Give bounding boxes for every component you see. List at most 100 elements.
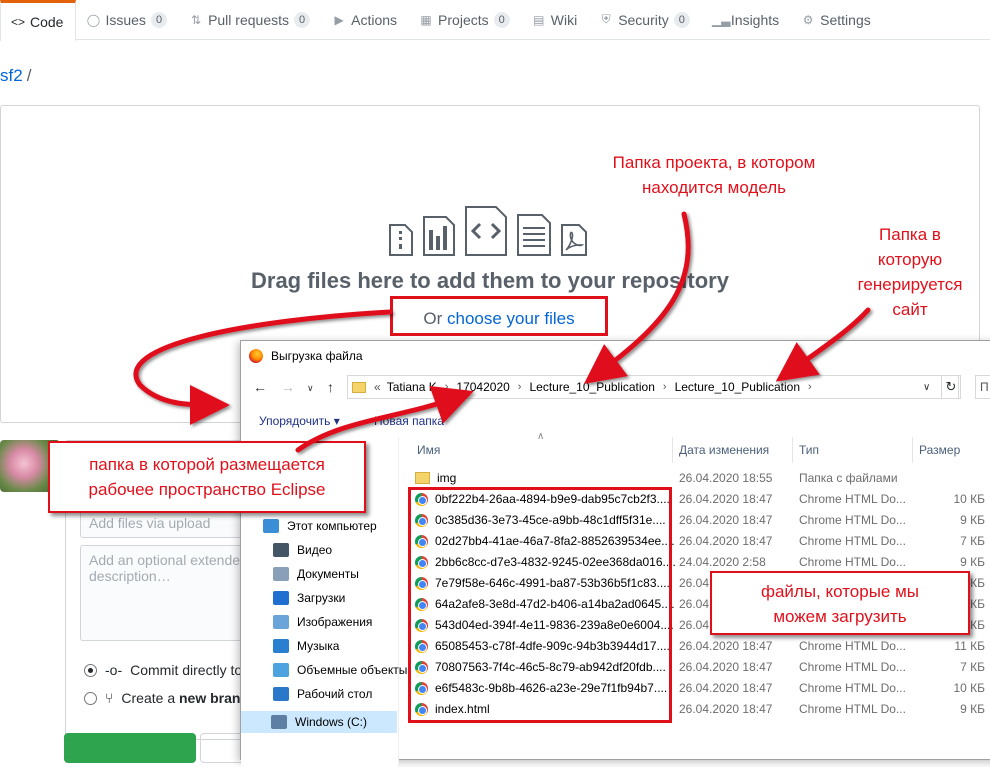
- annotation-line: можем загрузить: [773, 607, 907, 626]
- file-size: 7 КБ: [960, 534, 985, 548]
- file-size: 10 КБ: [953, 492, 985, 506]
- chart-file-icon: [423, 216, 455, 256]
- tab-label: Code: [30, 13, 64, 30]
- file-size: 7 КБ: [960, 660, 985, 674]
- back-arrow-icon[interactable]: ←: [253, 379, 267, 395]
- annotation-line: Папка в: [879, 225, 941, 244]
- commit-icon: -o-: [105, 662, 123, 678]
- tab-label: Insights: [730, 11, 780, 28]
- tab-insights[interactable]: ▁▃ Insights: [702, 0, 791, 40]
- file-type: Chrome HTML Do...: [799, 639, 906, 653]
- file-size: 10 КБ: [953, 681, 985, 695]
- column-type[interactable]: Тип: [793, 437, 913, 463]
- radio-new-branch[interactable]: ⑂ Create a new bran: [84, 690, 240, 706]
- file-date: 26.04.2020 18:47: [679, 513, 773, 527]
- documents-icon: [273, 567, 289, 581]
- tab-counter: 0: [493, 11, 510, 28]
- folder-icon: [352, 381, 366, 393]
- nav-item-desktop[interactable]: Рабочий стол: [273, 687, 372, 701]
- column-size[interactable]: Размер: [913, 437, 990, 463]
- dialog-navbar: ← → ∨ ↑ « Tatiana K › 17042020 › Lecture_10_…: [241, 373, 990, 403]
- file-date: 26.04.2020 18:47: [679, 702, 773, 716]
- recent-dropdown-icon[interactable]: ∨: [307, 383, 314, 394]
- address-segment[interactable]: Lecture_10_Publication: [529, 380, 654, 394]
- file-size: 9 КБ: [960, 555, 985, 569]
- address-bar[interactable]: « Tatiana K › 17042020 › Lecture_10_Publicat…: [347, 375, 959, 399]
- commit-changes-button[interactable]: [64, 733, 196, 763]
- search-input[interactable]: П: [975, 375, 990, 399]
- file-date: 26.04.2020 18:47: [679, 660, 773, 674]
- nav-item-video[interactable]: Видео: [273, 543, 332, 557]
- address-dropdown-icon[interactable]: ∨: [923, 382, 930, 393]
- organize-button[interactable]: Упорядочить ▾: [259, 414, 340, 428]
- radio-button[interactable]: [84, 691, 97, 705]
- nav-item-downloads[interactable]: Загрузки: [273, 591, 345, 605]
- file-row[interactable]: img 26.04.2020 18:55 Папка с файлами: [411, 468, 990, 489]
- annotation-line: файлы, которые мы: [760, 582, 920, 601]
- chevron-right-icon[interactable]: ›: [808, 381, 812, 393]
- up-arrow-icon[interactable]: ↑: [327, 379, 334, 395]
- branch-bold: new bran: [179, 690, 241, 706]
- file-date: 24.04.2020 2:58: [679, 555, 766, 569]
- code-icon: <>: [11, 14, 26, 29]
- file-type: Chrome HTML Do...: [799, 513, 906, 527]
- nav-item-computer[interactable]: Этот компьютер: [263, 519, 377, 533]
- new-folder-button[interactable]: Новая папка: [374, 414, 444, 428]
- nav-item-documents[interactable]: Документы: [273, 567, 359, 581]
- nav-item-3d-objects[interactable]: Объемные объекты: [273, 663, 407, 677]
- annotation-project-folder: Папка проекта, в котором находится модел…: [586, 150, 842, 200]
- file-name: img: [415, 471, 456, 485]
- file-size: 11 КБ: [954, 639, 985, 653]
- gear-icon: ⚙: [802, 12, 814, 27]
- commit-description-input[interactable]: Add an optional extended description…: [80, 545, 260, 641]
- music-icon: [273, 639, 289, 653]
- chevron-right-icon[interactable]: ›: [663, 381, 667, 393]
- tab-issues[interactable]: ◯ Issues 0: [76, 0, 179, 40]
- file-size: 9 КБ: [960, 702, 985, 716]
- annotation-site-folder: Папка в которую генерируется сайт: [840, 222, 980, 322]
- tab-label: Actions: [351, 11, 398, 28]
- file-size: 9 КБ: [960, 513, 985, 527]
- radio-commit-label: Commit directly to: [130, 662, 243, 678]
- radio-button-checked[interactable]: [84, 663, 97, 677]
- repo-link[interactable]: sf2: [0, 66, 23, 85]
- video-icon: [273, 543, 289, 557]
- forward-arrow-icon[interactable]: →: [281, 379, 295, 395]
- sort-chevron-icon: ∧: [537, 431, 545, 442]
- tab-security[interactable]: ⛨ Security 0: [589, 0, 702, 40]
- drag-title: Drag files here to add them to your repo…: [251, 268, 729, 293]
- repo-nav-tabs: <> Code ◯ Issues 0 ⇅ Pull requests 0 ▶ Actions ▦ Pr…: [0, 0, 990, 41]
- column-date[interactable]: Дата изменения: [673, 437, 793, 463]
- tab-pull-requests[interactable]: ⇅ Pull requests 0: [179, 0, 322, 40]
- tab-wiki[interactable]: ▤ Wiki: [522, 0, 589, 40]
- tab-code[interactable]: <> Code: [0, 0, 77, 41]
- tab-settings[interactable]: ⚙ Settings: [791, 0, 883, 40]
- nav-item-label: Загрузки: [297, 591, 346, 605]
- desktop-icon: [273, 687, 289, 701]
- book-icon: ▤: [533, 12, 545, 27]
- tab-actions[interactable]: ▶ Actions: [322, 0, 409, 40]
- address-segment[interactable]: Tatiana K: [387, 380, 437, 394]
- path-separator: /: [26, 66, 32, 85]
- annotation-line: находится модель: [641, 178, 787, 197]
- annotation-line: папка в которой размещается: [89, 455, 325, 474]
- nav-item-music[interactable]: Музыка: [273, 639, 339, 653]
- tab-projects[interactable]: ▦ Projects 0: [409, 0, 522, 40]
- file-type: Chrome HTML Do...: [799, 702, 906, 716]
- address-segment[interactable]: 17042020: [456, 380, 509, 394]
- refresh-icon[interactable]: ↻: [941, 375, 961, 399]
- branch-icon: ⑂: [105, 690, 114, 706]
- images-icon: [273, 615, 289, 629]
- highlight-choose-files: [390, 296, 608, 336]
- file-type: Chrome HTML Do...: [799, 555, 906, 569]
- nav-item-images[interactable]: Изображения: [273, 615, 372, 629]
- chevron-right-icon[interactable]: ›: [518, 381, 522, 393]
- tab-label: Security: [618, 11, 669, 28]
- file-date: 26.04.2020 18:47: [679, 534, 773, 548]
- nav-item-drive[interactable]: Windows (C:): [241, 711, 397, 733]
- chevron-right-icon[interactable]: ›: [445, 381, 449, 393]
- tab-counter: 0: [294, 11, 311, 28]
- radio-commit-directly[interactable]: -o- Commit directly to: [84, 662, 242, 678]
- address-segment[interactable]: Lecture_10_Publication: [675, 380, 800, 394]
- 3d-objects-icon: [273, 663, 289, 677]
